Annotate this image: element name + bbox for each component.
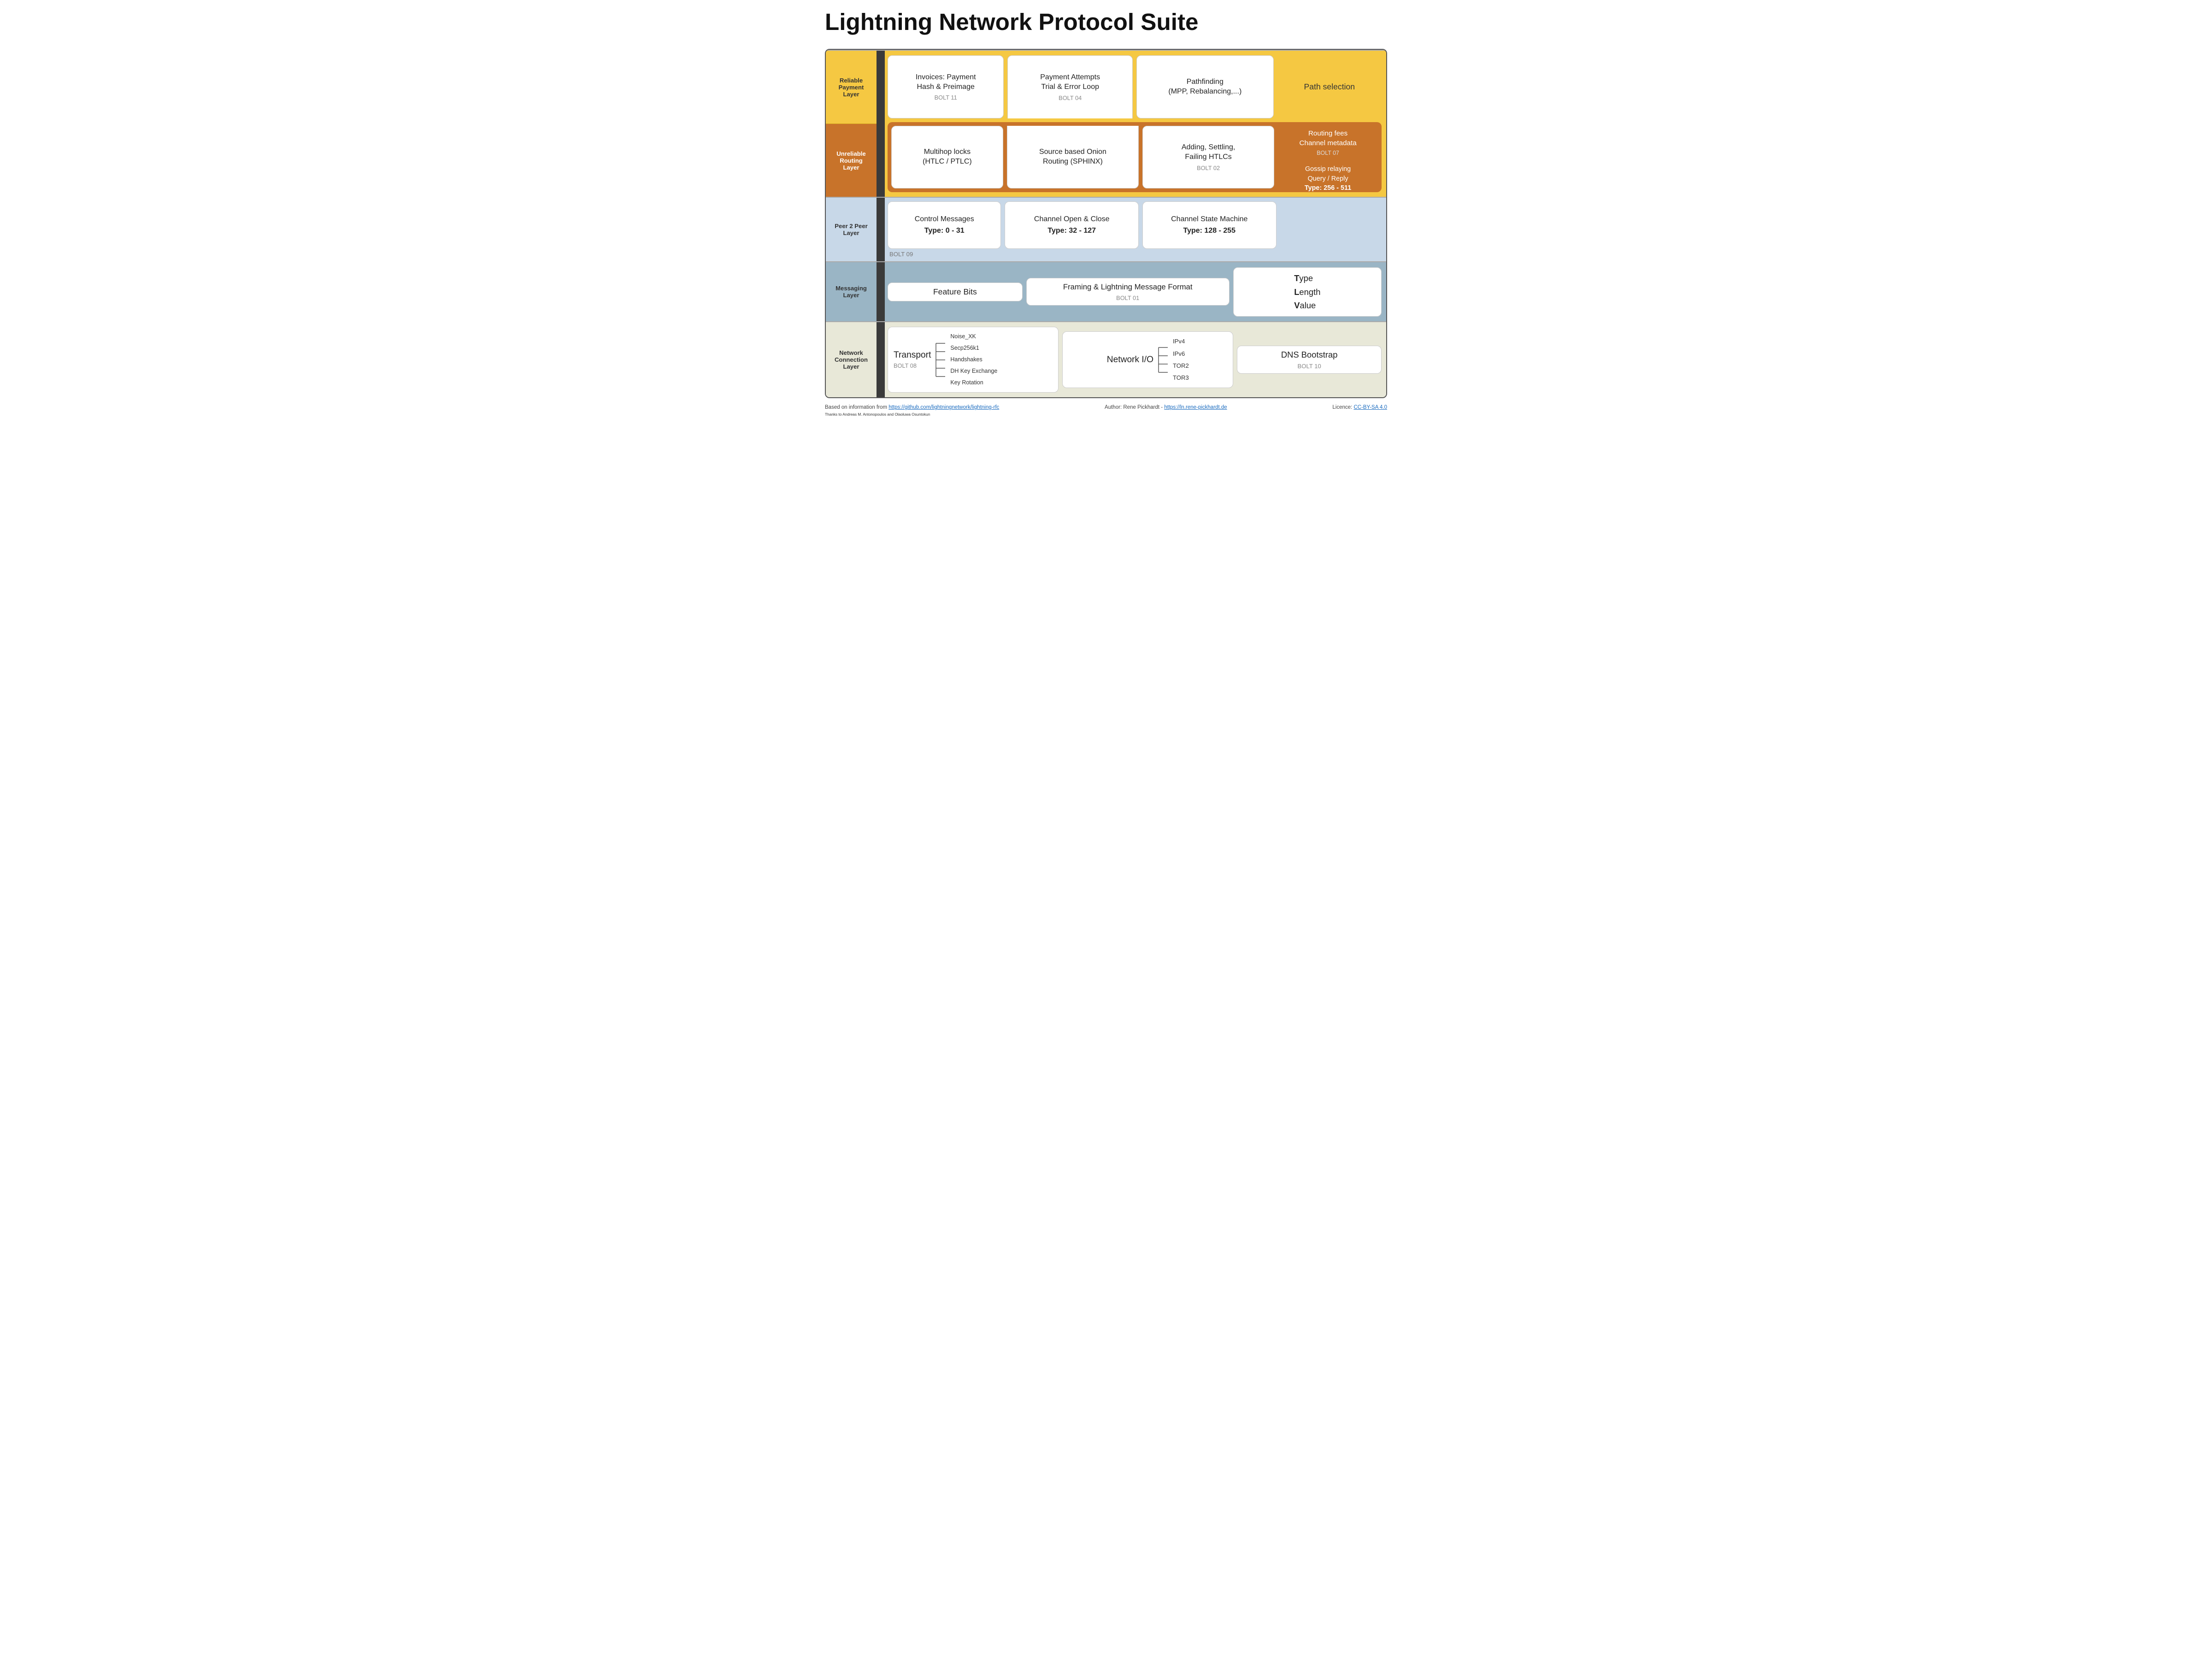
transport-tree-lines	[934, 339, 947, 381]
control-messages-card: Control Messages Type: 0 - 31	[888, 201, 1001, 249]
bolt01-label: BOLT 01	[1116, 294, 1139, 301]
msg-vert-bar	[877, 262, 885, 321]
adding-settling-card: Adding, Settling,Failing HTLCs BOLT 02	[1142, 126, 1274, 189]
transport-subtitle: BOLT 08	[894, 362, 931, 369]
reliable-unreliable-section: ReliablePaymentLayer UnreliableRoutingLa…	[826, 50, 1386, 197]
tlv-ength: ength	[1299, 287, 1320, 297]
tlv-l: L	[1294, 287, 1299, 297]
footer-info: Based on information from https://github…	[825, 405, 999, 410]
network-layer-label: NetworkConnectionLayer	[826, 322, 877, 397]
net-vert-bar	[877, 322, 885, 397]
footer-thanks: Thanks to Andreas M. Antonopoulos and Ol…	[825, 412, 1387, 417]
p2p-right-spacer	[1280, 201, 1382, 249]
vertical-divider-bar	[877, 51, 885, 197]
p2p-vert-bar	[877, 198, 885, 261]
pathfinding-title: Pathfinding(MPP, Rebalancing,...)	[1168, 77, 1241, 97]
invoices-title: Invoices: PaymentHash & Preimage	[916, 73, 976, 92]
control-messages-title: Control Messages	[915, 215, 974, 224]
footer: Based on information from https://github…	[825, 405, 1387, 417]
gossip-area: Gossip relayingQuery / Reply Type: 256 -…	[1278, 162, 1378, 195]
right-column-unreliable: Routing feesChannel metadata BOLT 07 Gos…	[1278, 126, 1378, 189]
channel-open-card: Channel Open & Close Type: 32 - 127	[1005, 201, 1139, 249]
footer-author: Author: Rene Pickhardt - https://ln.rene…	[1105, 405, 1227, 410]
gossip-type: Type: 256 - 511	[1305, 184, 1351, 192]
channel-open-type: Type: 32 - 127	[1047, 226, 1096, 236]
page-title: Lightning Network Protocol Suite	[825, 9, 1387, 35]
path-selection-text: Path selection	[1304, 82, 1355, 92]
footer-info-link[interactable]: https://github.com/lightningnetwork/ligh…	[888, 405, 999, 410]
channel-open-title: Channel Open & Close	[1034, 215, 1110, 224]
p2p-section: Peer 2 PeerLayer Control Messages Type: …	[826, 197, 1386, 261]
bolt04-span-column: Payment AttemptsTrial & Error Loop BOLT …	[1007, 55, 1133, 118]
control-messages-type: Type: 0 - 31	[924, 226, 965, 236]
network-section: NetworkConnectionLayer Transport BOLT 08	[826, 321, 1386, 397]
protocol-diagram: ReliablePaymentLayer UnreliableRoutingLa…	[825, 49, 1387, 398]
tlv-card: Type Length Value	[1233, 267, 1382, 316]
p2p-layer-label: Peer 2 PeerLayer	[826, 198, 877, 261]
tlv-ype: ype	[1299, 273, 1313, 283]
onion-routing-title: Source based OnionRouting (SPHINX)	[1039, 147, 1106, 167]
payment-attempts-card: Payment AttemptsTrial & Error Loop BOLT …	[1007, 55, 1133, 118]
network-io-title: Network I/O	[1107, 355, 1153, 365]
adding-settling-title: Adding, Settling,Failing HTLCs	[1182, 143, 1235, 162]
framing-card: Framing & Lightning Message Format BOLT …	[1026, 278, 1230, 306]
dns-title: DNS Bootstrap	[1281, 350, 1338, 360]
tlv-text: Type Length Value	[1294, 271, 1320, 312]
network-io-card: Network I/O IPv4IPv6TOR2TOR3	[1062, 331, 1233, 388]
pathfinding-card: Pathfinding(MPP, Rebalancing,...)	[1136, 55, 1274, 118]
invoices-card: Invoices: PaymentHash & Preimage BOLT 11	[888, 55, 1004, 118]
messaging-layer-label: MessagingLayer	[826, 262, 877, 321]
channel-state-type: Type: 128 - 255	[1183, 226, 1236, 236]
footer-licence: Licence: CC-BY-SA 4.0	[1332, 405, 1387, 410]
bolt02-label: BOLT 02	[1197, 165, 1220, 171]
transport-items: Noise_XKSecp256k1HandshakesDH Key Exchan…	[950, 331, 997, 388]
multihop-card: Multihop locks(HTLC / PTLC)	[891, 126, 1003, 189]
routing-fees-text: Routing feesChannel metadata	[1300, 129, 1357, 148]
invoices-subtitle: BOLT 11	[935, 94, 957, 101]
tlv-alue: alue	[1300, 300, 1316, 310]
unreliable-layer-label: UnreliableRoutingLayer	[826, 124, 877, 197]
footer-licence-link[interactable]: CC-BY-SA 4.0	[1353, 405, 1387, 410]
dns-subtitle: BOLT 10	[1298, 363, 1321, 370]
network-io-tree-lines	[1156, 343, 1170, 377]
transport-title: Transport	[894, 350, 931, 360]
channel-state-title: Channel State Machine	[1171, 215, 1247, 224]
footer-row1: Based on information from https://github…	[825, 405, 1387, 410]
bolt04-label: BOLT 04	[1059, 94, 1082, 101]
path-selection-area: Path selection	[1277, 55, 1382, 118]
framing-title: Framing & Lightning Message Format	[1063, 282, 1193, 292]
channel-state-card: Channel State Machine Type: 128 - 255	[1142, 201, 1277, 249]
bolt07-label: BOLT 07	[1300, 150, 1357, 156]
tlv-v: V	[1294, 300, 1300, 310]
multihop-title: Multihop locks(HTLC / PTLC)	[923, 147, 972, 167]
footer-author-link[interactable]: https://ln.rene-pickhardt.de	[1164, 405, 1227, 410]
feature-bits-title: Feature Bits	[933, 287, 977, 297]
tlv-t: T	[1294, 273, 1299, 283]
reliable-layer-label: ReliablePaymentLayer	[826, 51, 877, 124]
transport-inner: Transport BOLT 08 Noise_XKSecp256k1Hands…	[894, 331, 1053, 388]
payment-attempts-title: Payment AttemptsTrial & Error Loop	[1040, 73, 1100, 92]
messaging-section: MessagingLayer Feature Bits Framing & Li…	[826, 261, 1386, 321]
bolt09-label: BOLT 09	[888, 251, 1382, 258]
onion-routing-card: Source based OnionRouting (SPHINX)	[1007, 126, 1139, 189]
transport-left: Transport BOLT 08	[894, 350, 931, 369]
layer-labels-column: ReliablePaymentLayer UnreliableRoutingLa…	[826, 51, 877, 197]
dns-bootstrap-card: DNS Bootstrap BOLT 10	[1237, 346, 1382, 374]
routing-fees-area: Routing feesChannel metadata BOLT 07	[1278, 126, 1378, 159]
transport-card: Transport BOLT 08 Noise_XKSecp256k1Hands…	[888, 327, 1059, 393]
network-io-items: IPv4IPv6TOR2TOR3	[1173, 335, 1189, 384]
network-io-inner: Network I/O IPv4IPv6TOR2TOR3	[1068, 335, 1227, 384]
gossip-text: Gossip relayingQuery / Reply Type: 256 -…	[1305, 165, 1351, 192]
feature-bits-card: Feature Bits	[888, 282, 1023, 301]
